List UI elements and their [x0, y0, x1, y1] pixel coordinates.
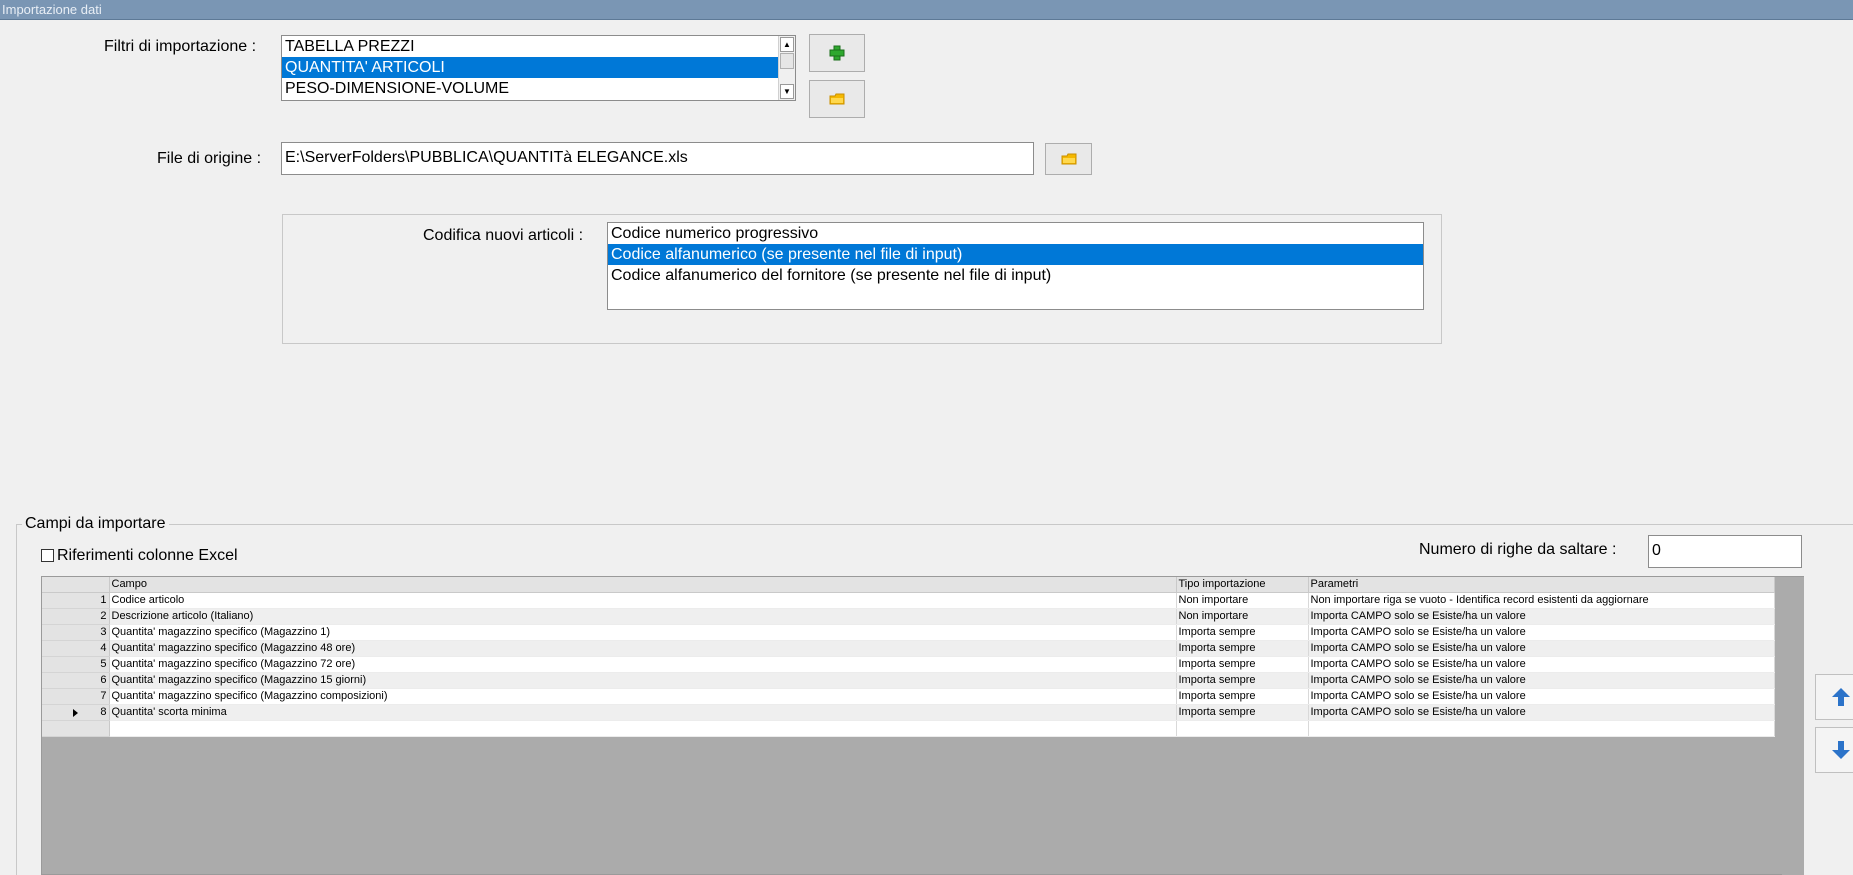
window-title: Importazione dati	[0, 0, 1853, 20]
fields-group-title: Campi da importare	[22, 515, 169, 533]
folder-icon	[1061, 153, 1076, 165]
table-row[interactable]: 7 Quantita' magazzino specifico (Magazzi…	[42, 688, 1775, 705]
column-header-campo[interactable]: Campo	[109, 577, 1177, 593]
filter-item[interactable]: TABELLA PREZZI	[282, 36, 795, 57]
scroll-down-icon[interactable]: ▼	[780, 84, 794, 99]
cell-campo[interactable]: Descrizione articolo (Italiano)	[109, 608, 1177, 625]
table-row-new[interactable]	[42, 720, 1775, 737]
cell-tipo[interactable]: Importa sempre	[1176, 656, 1309, 673]
cell-parametri[interactable]: Importa CAMPO solo se Esiste/ha un valor…	[1308, 672, 1775, 689]
move-down-button[interactable]	[1815, 727, 1853, 773]
coding-option-selected[interactable]: Codice alfanumerico (se presente nel fil…	[608, 244, 1423, 265]
cell-tipo[interactable]: Importa sempre	[1176, 672, 1309, 689]
grid-row-header-corner	[42, 577, 110, 593]
cell-tipo[interactable]	[1176, 720, 1309, 737]
arrow-up-icon	[1832, 688, 1850, 706]
skip-rows-label: Numero di righe da saltare :	[1419, 541, 1617, 558]
cell-parametri[interactable]: Importa CAMPO solo se Esiste/ha un valor…	[1308, 608, 1775, 625]
cell-tipo[interactable]: Importa sempre	[1176, 624, 1309, 641]
cell-parametri[interactable]: Non importare riga se vuoto - Identifica…	[1308, 592, 1775, 609]
column-header-tipo[interactable]: Tipo importazione	[1176, 577, 1309, 593]
arrow-down-icon	[1832, 741, 1850, 759]
grid-header-row: Campo Tipo importazione Parametri	[42, 577, 1775, 593]
excel-refs-checkbox[interactable]	[41, 549, 54, 562]
cell-campo[interactable]: Quantita' magazzino specifico (Magazzino…	[109, 688, 1177, 705]
excel-refs-label: Riferimenti colonne Excel	[57, 547, 238, 564]
row-number[interactable]: 4	[42, 640, 110, 657]
source-file-input[interactable]: E:\ServerFolders\PUBBLICA\QUANTITà ELEGA…	[281, 142, 1034, 175]
row-number[interactable]: 8	[42, 704, 110, 721]
fields-grid[interactable]: Campo Tipo importazione Parametri 1 Codi…	[41, 576, 1804, 875]
coding-listbox[interactable]: Codice numerico progressivo Codice alfan…	[607, 222, 1424, 310]
add-filter-button[interactable]	[809, 34, 865, 72]
table-row[interactable]: 2 Descrizione articolo (Italiano) Non im…	[42, 608, 1775, 625]
coding-label: Codifica nuovi articoli :	[423, 227, 584, 244]
folder-icon	[829, 93, 845, 105]
source-file-label: File di origine :	[157, 150, 262, 167]
cell-parametri[interactable]: Importa CAMPO solo se Esiste/ha un valor…	[1308, 656, 1775, 673]
filter-item[interactable]: PESO-DIMENSIONE-VOLUME	[282, 78, 795, 99]
column-header-parametri[interactable]: Parametri	[1308, 577, 1775, 593]
filters-listbox[interactable]: TABELLA PREZZI QUANTITA' ARTICOLI PESO-D…	[281, 35, 796, 101]
cell-tipo[interactable]: Non importare	[1176, 608, 1309, 625]
table-row[interactable]: 4 Quantita' magazzino specifico (Magazzi…	[42, 640, 1775, 657]
open-filter-button[interactable]	[809, 80, 865, 118]
browse-file-button[interactable]	[1045, 143, 1092, 175]
move-up-button[interactable]	[1815, 674, 1853, 720]
table-row[interactable]: 1 Codice articolo Non importare Non impo…	[42, 592, 1775, 609]
current-row-icon	[73, 708, 78, 717]
cell-campo[interactable]	[109, 720, 1177, 737]
plus-icon	[829, 45, 845, 61]
scroll-up-icon[interactable]: ▲	[780, 37, 794, 52]
cell-tipo[interactable]: Importa sempre	[1176, 640, 1309, 657]
row-number[interactable]: 2	[42, 608, 110, 625]
table-row[interactable]: 6 Quantita' magazzino specifico (Magazzi…	[42, 672, 1775, 689]
cell-parametri[interactable]: Importa CAMPO solo se Esiste/ha un valor…	[1308, 624, 1775, 641]
filters-scrollbar[interactable]: ▲ ▼	[778, 36, 795, 100]
row-number[interactable]: 3	[42, 624, 110, 641]
cell-tipo[interactable]: Importa sempre	[1176, 688, 1309, 705]
table-row[interactable]: 3 Quantita' magazzino specifico (Magazzi…	[42, 624, 1775, 641]
grid-scroll-area	[1782, 577, 1804, 875]
row-number[interactable]: 5	[42, 656, 110, 673]
cell-tipo[interactable]: Non importare	[1176, 592, 1309, 609]
table-row[interactable]: 5 Quantita' magazzino specifico (Magazzi…	[42, 656, 1775, 673]
cell-parametri[interactable]	[1308, 720, 1775, 737]
filter-item-selected[interactable]: QUANTITA' ARTICOLI	[282, 57, 795, 78]
cell-parametri[interactable]: Importa CAMPO solo se Esiste/ha un valor…	[1308, 688, 1775, 705]
row-number[interactable]	[42, 720, 110, 737]
fields-group-border-left	[16, 524, 17, 875]
cell-tipo[interactable]: Importa sempre	[1176, 704, 1309, 721]
filters-label: Filtri di importazione :	[104, 38, 257, 55]
row-number[interactable]: 7	[42, 688, 110, 705]
cell-campo[interactable]: Quantita' magazzino specifico (Magazzino…	[109, 624, 1177, 641]
coding-option[interactable]: Codice alfanumerico del fornitore (se pr…	[608, 265, 1423, 286]
cell-campo[interactable]: Quantita' scorta minima	[109, 704, 1177, 721]
skip-rows-input[interactable]: 0	[1648, 535, 1802, 568]
scroll-thumb[interactable]	[780, 53, 794, 69]
cell-campo[interactable]: Codice articolo	[109, 592, 1177, 609]
fields-group-border	[16, 524, 1853, 525]
table-row-current[interactable]: 8 Quantita' scorta minima Importa sempre…	[42, 704, 1775, 721]
row-number[interactable]: 6	[42, 672, 110, 689]
cell-campo[interactable]: Quantita' magazzino specifico (Magazzino…	[109, 640, 1177, 657]
cell-parametri[interactable]: Importa CAMPO solo se Esiste/ha un valor…	[1308, 640, 1775, 657]
row-number[interactable]: 1	[42, 592, 110, 609]
cell-campo[interactable]: Quantita' magazzino specifico (Magazzino…	[109, 656, 1177, 673]
cell-parametri[interactable]: Importa CAMPO solo se Esiste/ha un valor…	[1308, 704, 1775, 721]
coding-option[interactable]: Codice numerico progressivo	[608, 223, 1423, 244]
cell-campo[interactable]: Quantita' magazzino specifico (Magazzino…	[109, 672, 1177, 689]
